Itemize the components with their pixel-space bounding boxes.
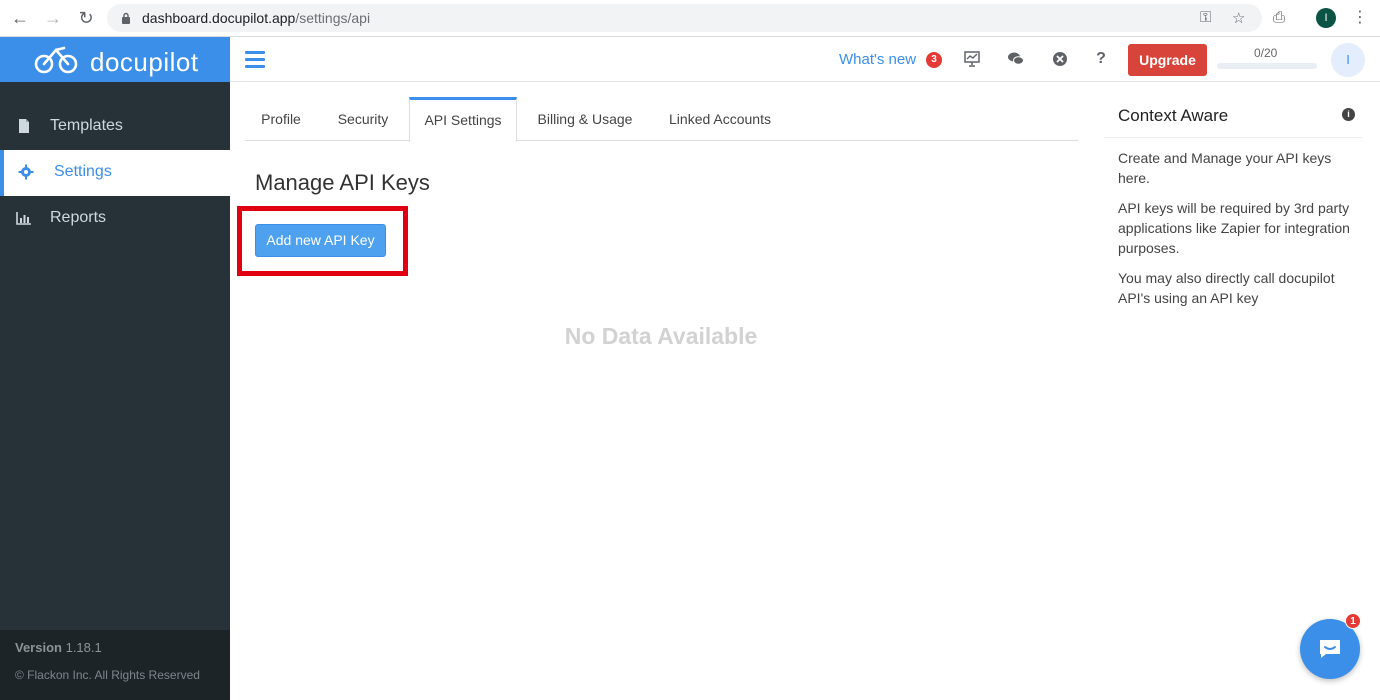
- forward-icon[interactable]: →: [43, 8, 63, 28]
- sidebar-item-reports[interactable]: Reports: [0, 196, 230, 242]
- chat-icon: [1320, 640, 1340, 658]
- help-icon[interactable]: ?: [1092, 50, 1110, 68]
- extension-icon[interactable]: ⎙: [1273, 9, 1285, 26]
- sidebar-footer: Version 1.18.1 © Flackon Inc. All Rights…: [0, 630, 230, 700]
- star-icon[interactable]: ☆: [1232, 9, 1245, 27]
- divider: [1104, 137, 1362, 138]
- page-title: Manage API Keys: [255, 170, 430, 195]
- user-avatar[interactable]: I: [1331, 43, 1365, 77]
- sidebar-item-label: Settings: [54, 163, 112, 180]
- sidebar-item-settings[interactable]: Settings: [0, 150, 230, 196]
- empty-state-text: No Data Available: [564, 323, 758, 349]
- sidebar: docupilot Templates Settings Reports Ver…: [0, 37, 230, 700]
- browser-menu-icon[interactable]: ⋮: [1352, 7, 1368, 27]
- tab-profile[interactable]: Profile: [245, 97, 317, 141]
- address-bar[interactable]: dashboard.docupilot.app/settings/api ⚿ ☆: [107, 4, 1262, 32]
- tab-security[interactable]: Security: [325, 97, 401, 141]
- file-icon: [19, 119, 29, 133]
- upgrade-button[interactable]: Upgrade: [1128, 44, 1207, 76]
- gear-icon: [18, 164, 34, 180]
- close-circle-icon[interactable]: [1051, 50, 1069, 68]
- context-panel-title: Context Aware: [1118, 106, 1229, 125]
- context-text: You may also directly call docupilot API…: [1118, 270, 1335, 306]
- sidebar-item-templates[interactable]: Templates: [0, 104, 230, 150]
- sidebar-item-label: Templates: [50, 117, 123, 134]
- version-text: Version 1.18.1: [15, 640, 102, 655]
- key-icon[interactable]: ⚿: [1200, 9, 1211, 26]
- tab-api-settings[interactable]: API Settings: [409, 97, 517, 142]
- context-text: API keys will be required by 3rd party a…: [1118, 200, 1350, 256]
- info-icon[interactable]: i: [1342, 108, 1355, 121]
- back-icon[interactable]: ←: [10, 8, 30, 28]
- browser-toolbar: ← → ↻ dashboard.docupilot.app/settings/a…: [0, 0, 1380, 37]
- sidebar-item-label: Reports: [50, 209, 107, 226]
- brand-logo[interactable]: docupilot: [0, 37, 230, 82]
- docupilot-logo-icon: [34, 46, 78, 74]
- context-text: Create and Manage your API keys here.: [1118, 150, 1332, 186]
- lock-icon: [122, 12, 130, 24]
- bar-chart-icon: [16, 212, 31, 225]
- browser-profile-avatar[interactable]: I: [1316, 8, 1336, 28]
- add-api-key-button[interactable]: Add new API Key: [255, 224, 386, 257]
- tab-billing-usage[interactable]: Billing & Usage: [525, 97, 645, 141]
- reload-icon[interactable]: ↻: [76, 8, 96, 28]
- top-header: What's new 3 ? Upgrade 0/20 I: [230, 37, 1380, 82]
- presentation-chart-icon[interactable]: [963, 50, 981, 68]
- quota-progress-bar: [1217, 63, 1317, 69]
- copyright-text: © Flackon Inc. All Rights Reserved: [15, 668, 200, 682]
- whats-new-link[interactable]: What's new: [839, 51, 916, 68]
- settings-tabs: Profile Security API Settings Billing & …: [245, 97, 1078, 142]
- chat-unread-badge: 1: [1345, 613, 1361, 629]
- tab-linked-accounts[interactable]: Linked Accounts: [655, 97, 785, 141]
- menu-toggle-icon[interactable]: [245, 51, 265, 68]
- chat-bubbles-icon[interactable]: [1007, 50, 1025, 68]
- url-text: dashboard.docupilot.app/settings/api: [142, 10, 371, 26]
- brand-name: docupilot: [90, 47, 199, 77]
- whats-new-badge: 3: [926, 52, 942, 68]
- quota-text: 0/20: [1254, 46, 1278, 60]
